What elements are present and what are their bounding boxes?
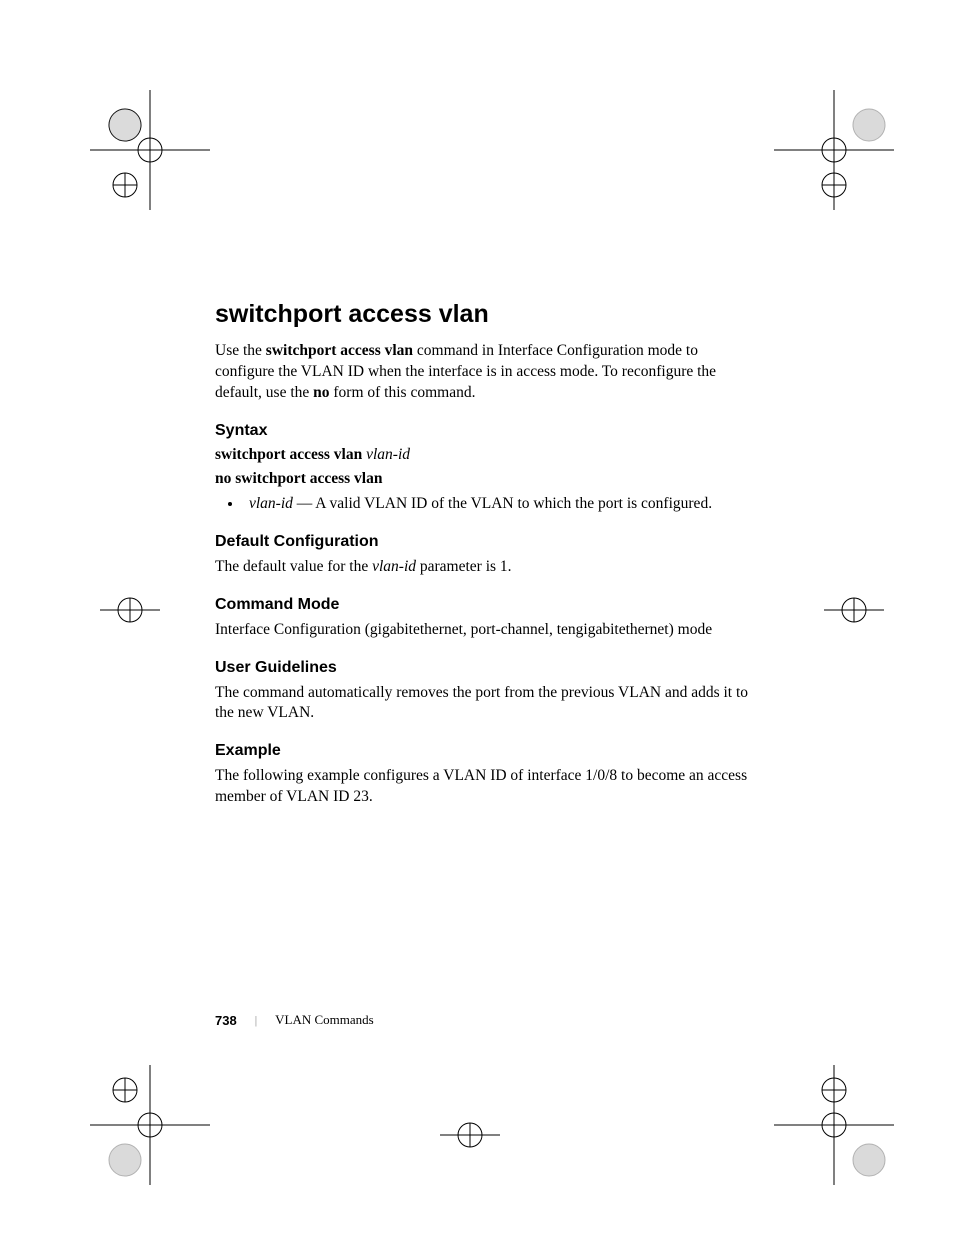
crop-mark-bottom-right bbox=[774, 1065, 894, 1185]
example-heading: Example bbox=[215, 742, 755, 760]
syntax-line-1: switchport access vlan vlan-id bbox=[215, 446, 755, 464]
bullet-arg: vlan-id bbox=[249, 495, 293, 512]
dc-pre: The default value for the bbox=[215, 558, 372, 575]
syntax-section: Syntax switchport access vlan vlan-id no… bbox=[215, 422, 755, 515]
page-title: switchport access vlan bbox=[215, 300, 755, 329]
syntax-bullets: vlan-id — A valid VLAN ID of the VLAN to… bbox=[215, 494, 755, 515]
user-guidelines-heading: User Guidelines bbox=[215, 659, 755, 677]
intro-pre: Use the bbox=[215, 342, 266, 359]
crop-mark-bottom-mid bbox=[440, 1110, 500, 1160]
intro-no: no bbox=[313, 384, 329, 401]
footer-separator: | bbox=[255, 1013, 257, 1028]
intro-tail: form of this command. bbox=[330, 384, 476, 401]
command-mode-section: Command Mode Interface Configuration (gi… bbox=[215, 596, 755, 641]
syntax-line-2: no switchport access vlan bbox=[215, 470, 755, 488]
syntax-heading: Syntax bbox=[215, 422, 755, 440]
default-config-text: The default value for the vlan-id parame… bbox=[215, 557, 755, 578]
user-guidelines-text: The command automatically removes the po… bbox=[215, 683, 755, 725]
bullet-text: — A valid VLAN ID of the VLAN to which t… bbox=[293, 495, 712, 512]
command-mode-heading: Command Mode bbox=[215, 596, 755, 614]
page-content: switchport access vlan Use the switchpor… bbox=[215, 300, 755, 826]
crop-mark-top-right bbox=[774, 90, 894, 210]
dc-post: parameter is 1. bbox=[416, 558, 512, 575]
default-config-section: Default Configuration The default value … bbox=[215, 533, 755, 578]
user-guidelines-section: User Guidelines The command automaticall… bbox=[215, 659, 755, 725]
crop-mark-mid-right bbox=[824, 595, 884, 625]
example-text: The following example configures a VLAN … bbox=[215, 766, 755, 808]
command-mode-text: Interface Configuration (gigabitethernet… bbox=[215, 620, 755, 641]
crop-mark-bottom-left bbox=[90, 1065, 210, 1185]
example-section: Example The following example configures… bbox=[215, 742, 755, 808]
dc-arg: vlan-id bbox=[372, 558, 416, 575]
syntax-bullet: vlan-id — A valid VLAN ID of the VLAN to… bbox=[243, 494, 755, 515]
default-config-heading: Default Configuration bbox=[215, 533, 755, 551]
footer-section-label: VLAN Commands bbox=[275, 1012, 374, 1028]
syntax-arg: vlan-id bbox=[366, 446, 410, 463]
syntax-cmd: switchport access vlan bbox=[215, 446, 362, 463]
intro-cmd: switchport access vlan bbox=[266, 342, 413, 359]
page-number: 738 bbox=[215, 1013, 237, 1028]
crop-mark-top-left bbox=[90, 90, 210, 210]
crop-mark-mid-left bbox=[100, 595, 160, 625]
page-footer: 738 | VLAN Commands bbox=[215, 1012, 374, 1028]
intro-paragraph: Use the switchport access vlan command i… bbox=[215, 341, 755, 404]
